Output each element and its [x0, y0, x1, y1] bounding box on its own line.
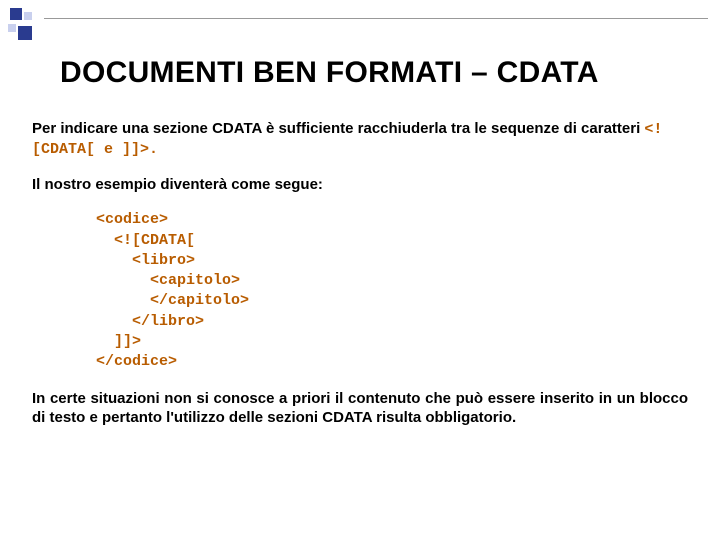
text: Per indicare una sezione CDATA è suffici… [32, 120, 644, 137]
text: e [95, 141, 122, 158]
code-block: <codice> <![CDATA[ <libro> <capitolo> </… [96, 210, 688, 372]
slide-body: Per indicare una sezione CDATA è suffici… [32, 120, 688, 444]
code-inline-close: ]]> [122, 141, 149, 158]
decor-squares-icon [8, 6, 40, 48]
slide: DOCUMENTI BEN FORMATI – CDATA Per indica… [0, 0, 720, 540]
paragraph-intro: Per indicare una sezione CDATA è suffici… [32, 120, 688, 160]
paragraph-conclusion: In certe situazioni non si conosce a pri… [32, 390, 688, 428]
paragraph-example-lead: Il nostro esempio diventerà come segue: [32, 176, 688, 195]
page-title: DOCUMENTI BEN FORMATI – CDATA [60, 56, 599, 90]
divider [44, 18, 708, 19]
text: . [149, 141, 158, 158]
